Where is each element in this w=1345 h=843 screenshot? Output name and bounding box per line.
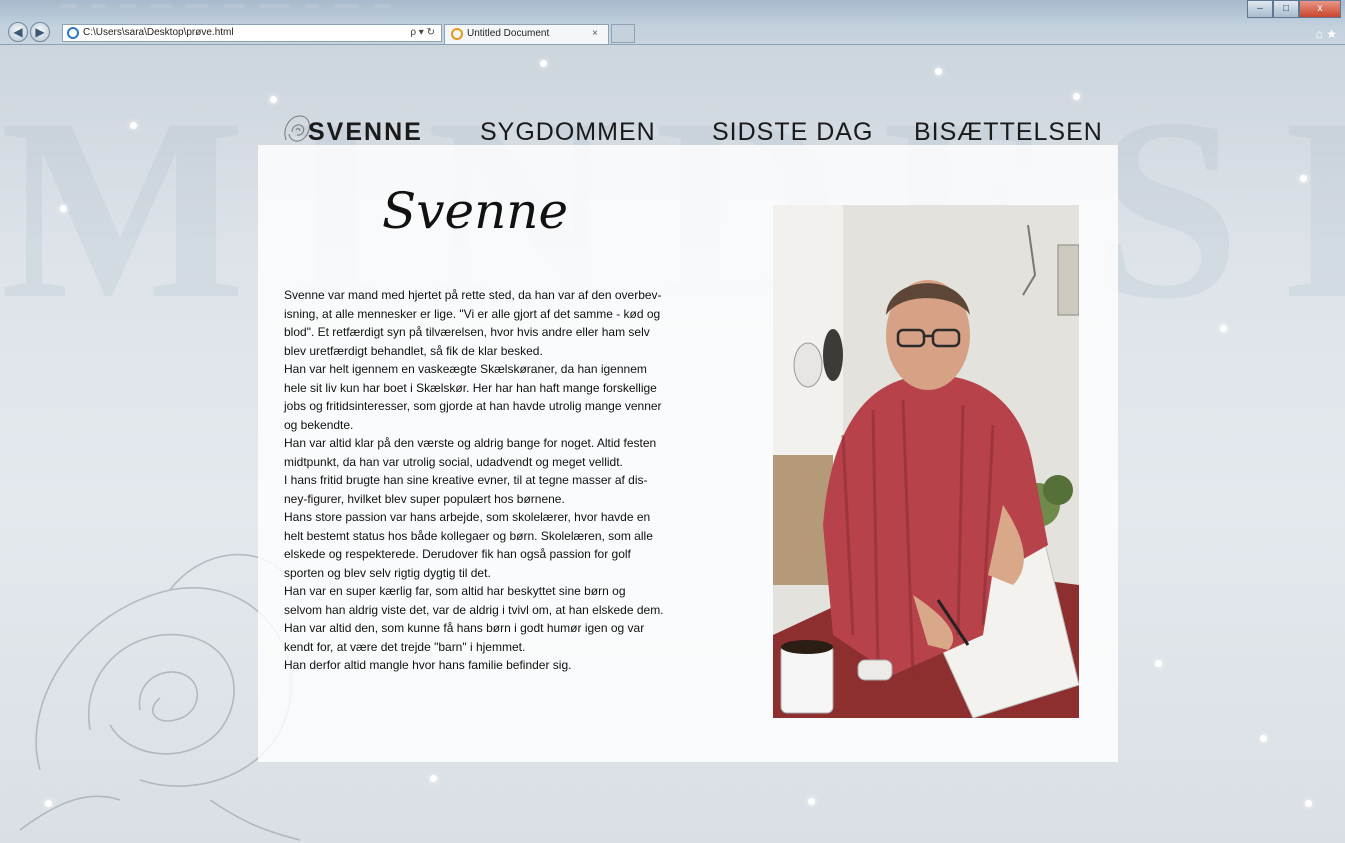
new-tab-button[interactable] [611,24,635,43]
bio-line: midtpunkt, da han var utrolig social, ud… [284,454,623,469]
bio-line: Han derfor altid mangle hvor hans famili… [284,658,572,672]
biography-text: Svenne var mand med hjertet på rette ste… [284,286,724,675]
bio-line: I hans fritid brugte han sine kreative e… [284,473,648,487]
bio-line: og bekendte. [284,417,354,432]
tab-close-icon[interactable]: × [592,25,598,43]
sparkle-dot [1220,325,1227,332]
window-controls: – □ x [1247,0,1341,18]
bio-line: hele sit liv kun har boet i Skælskør. He… [284,380,657,395]
bio-line: kendt for, at være det trejde "barn" i h… [284,639,526,654]
bio-line: Han var altid klar på den værste og aldr… [284,436,657,450]
sparkle-dot [1260,735,1267,742]
ie-tab-icon [451,28,463,40]
bio-line: Hans store passion var hans arbejde, som… [284,510,651,524]
main-navigation: SVENNE SYGDOMMEN SIDSTE DAG BISÆTTELSEN [282,115,1103,158]
maximize-button[interactable]: □ [1273,0,1299,18]
nav-item-sidste-dag[interactable]: SIDSTE DAG [712,118,873,147]
bio-line: Han var altid den, som kunne få hans bør… [284,621,645,635]
portrait-illustration [773,205,1079,718]
back-button[interactable]: ◀ [8,22,28,42]
bio-line: ney-figurer, hvilket blev super populært… [284,491,565,506]
bio-line: Svenne var mand med hjertet på rette ste… [284,288,662,302]
bio-line: blod". Et retfærdigt syn på tilværelsen,… [284,325,650,339]
search-refresh-icons[interactable]: ρ ▾ ↻ [410,25,435,41]
tab-title: Untitled Document [467,28,550,39]
minimize-button[interactable]: – [1247,0,1273,18]
bio-line: jobs og fritidsinteresser, som gjorde at… [284,399,662,413]
bio-line: blev uretfærdigt behandlet, så fik de kl… [284,343,543,358]
sparkle-dot [808,798,815,805]
bio-line: isning, at alle mennesker er lige. "Vi e… [284,306,661,321]
page-heading: Svenne [382,182,569,240]
browser-tab[interactable]: Untitled Document × [444,24,609,44]
sparkle-dot [1300,175,1307,182]
browser-chrome: ◀ ▶ C:\Users\sara\Desktop\prøve.html ρ ▾… [0,0,1345,45]
bio-line: Han var helt igennem en vaskeægte Skælsk… [284,362,647,376]
bio-line: Han var en super kærlig far, som altid h… [284,584,626,598]
sparkle-dot [430,775,437,782]
portrait-photo [773,205,1079,718]
close-button[interactable]: x [1299,0,1341,18]
bio-line: elskede og respekterede. Derudover fik h… [284,547,631,561]
nav-item-bisaettelsen[interactable]: BISÆTTELSEN [914,118,1103,147]
nav-item-sygdommen[interactable]: SYGDOMMEN [480,118,656,147]
sparkle-dot [270,96,277,103]
menu-bar [60,2,390,10]
sparkle-dot [540,60,547,67]
sparkle-dot [1073,93,1080,100]
address-bar[interactable]: C:\Users\sara\Desktop\prøve.html ρ ▾ ↻ [62,24,442,42]
sparkle-dot [60,205,67,212]
sparkle-dot [130,122,137,129]
bio-line: sporten og blev selv rigtig dygtig til d… [284,565,491,580]
sparkle-dot [45,800,52,807]
nav-item-svenne[interactable]: SVENNE [308,118,423,147]
bio-line: helt bestemt status hos både kollegaer o… [284,528,653,543]
bio-line: selvom han aldrig viste det, var de aldr… [284,602,664,617]
forward-button[interactable]: ▶ [30,22,50,42]
sparkle-dot [1155,660,1162,667]
address-text: C:\Users\sara\Desktop\prøve.html [83,27,234,38]
home-favorites-icons[interactable]: ⌂ ★ [1316,27,1337,41]
sparkle-dot [1305,800,1312,807]
ie-page-icon [67,27,79,39]
sparkle-dot [935,68,942,75]
